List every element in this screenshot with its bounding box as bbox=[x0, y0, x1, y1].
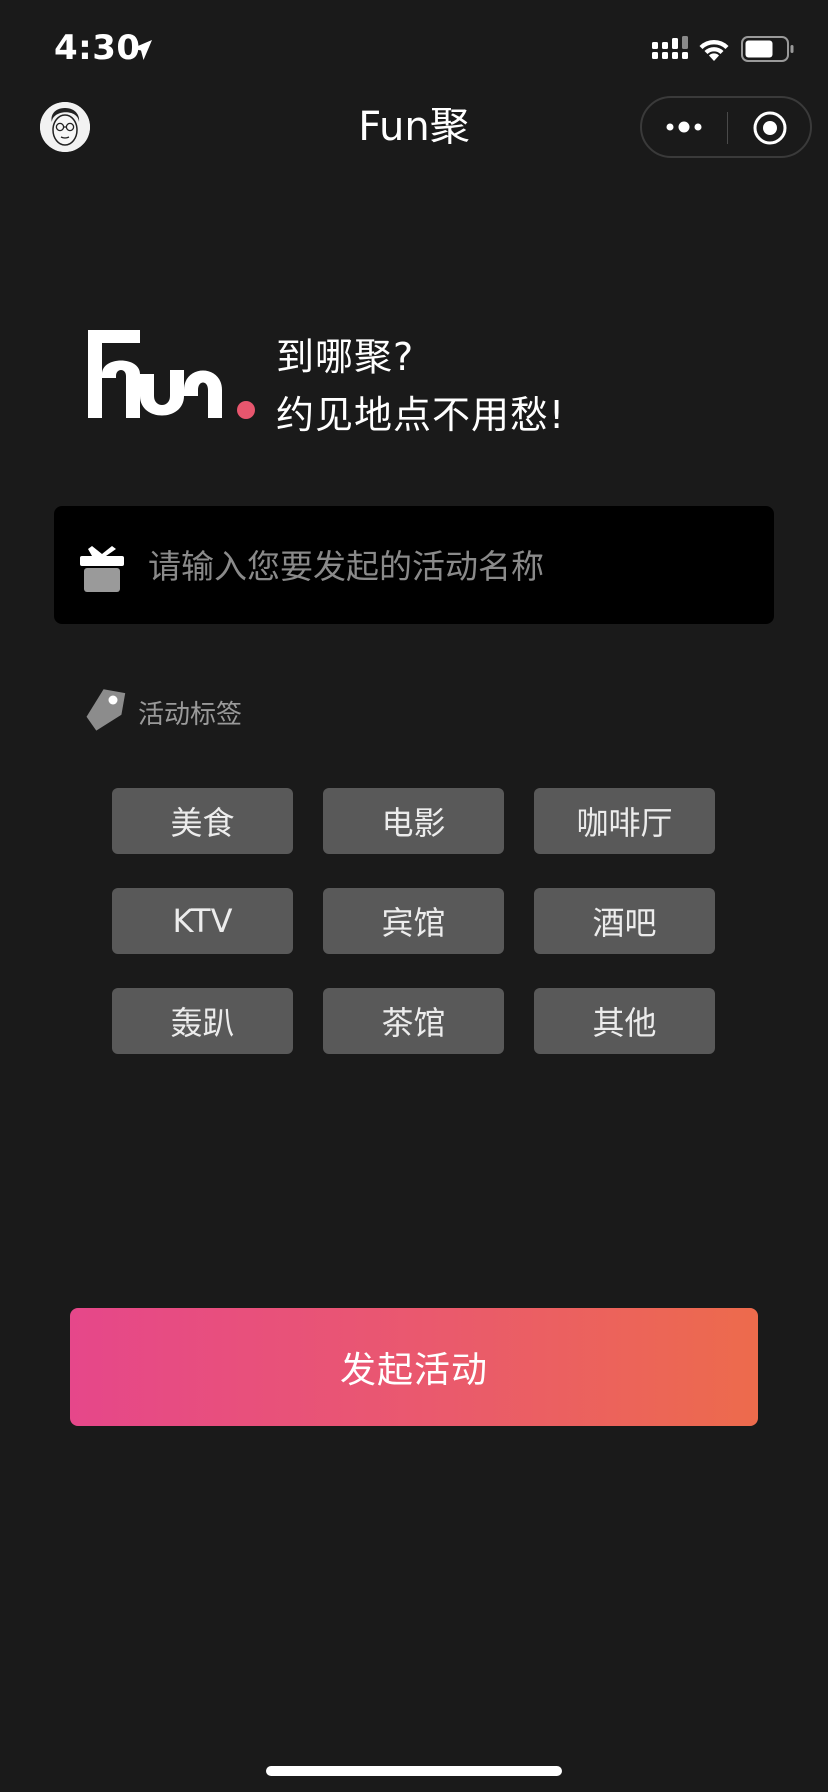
more-dots-icon[interactable] bbox=[664, 116, 710, 138]
tag-button-bar[interactable]: 酒吧 bbox=[534, 888, 715, 954]
tag-button-cafe[interactable]: 咖啡厅 bbox=[534, 788, 715, 854]
tag-button-teahouse[interactable]: 茶馆 bbox=[323, 988, 504, 1054]
miniprogram-capsule bbox=[640, 96, 812, 158]
wifi-icon bbox=[699, 39, 729, 61]
tag-button-party[interactable]: 轰趴 bbox=[112, 988, 293, 1054]
tag-icon bbox=[86, 689, 126, 731]
status-time: 4:30 bbox=[54, 28, 141, 68]
capsule-divider bbox=[727, 112, 728, 144]
tags-label: 活动标签 bbox=[138, 700, 243, 730]
tag-button-other[interactable]: 其他 bbox=[534, 988, 715, 1054]
tag-button-hotel[interactable]: 宾馆 bbox=[323, 888, 504, 954]
tag-button-food[interactable]: 美食 bbox=[112, 788, 293, 854]
tag-button-ktv[interactable]: KTV bbox=[112, 888, 293, 954]
slogan-line-2: 约见地点不用愁! bbox=[276, 393, 566, 437]
fun-logo bbox=[88, 330, 255, 419]
status-bar: 4:30 bbox=[0, 0, 828, 100]
activity-name-field bbox=[54, 506, 774, 626]
activity-name-input[interactable] bbox=[146, 506, 760, 626]
home-indicator[interactable] bbox=[266, 1766, 562, 1776]
slogan-line-1: 到哪聚? bbox=[276, 335, 415, 379]
cellular-signal-icon bbox=[652, 36, 688, 59]
gift-icon bbox=[80, 546, 124, 592]
location-arrow-icon bbox=[132, 40, 152, 60]
close-miniprogram-icon[interactable] bbox=[752, 110, 788, 146]
launch-activity-button[interactable]: 发起活动 bbox=[70, 1308, 758, 1426]
tag-grid: 美食 电影 咖啡厅 KTV 宾馆 酒吧 轰趴 茶馆 其他 bbox=[112, 788, 717, 1054]
battery-icon bbox=[741, 36, 794, 62]
tag-button-movie[interactable]: 电影 bbox=[323, 788, 504, 854]
